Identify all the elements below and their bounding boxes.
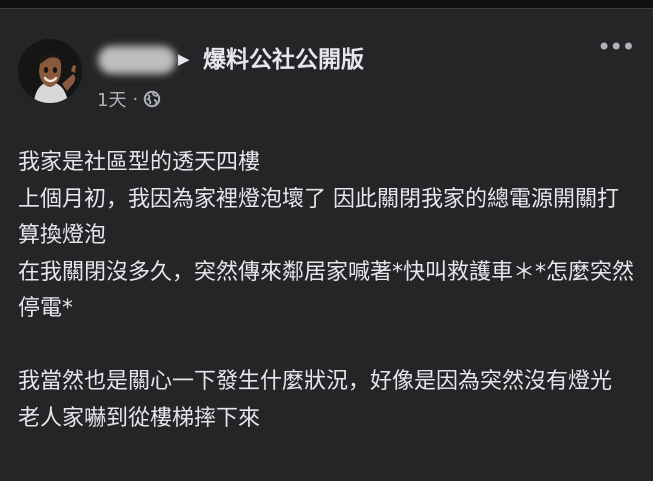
memoji-avatar-icon	[18, 39, 82, 103]
post-paragraph: 我家是社區型的透天四樓	[18, 150, 261, 175]
meta-separator: ·	[132, 88, 139, 110]
group-arrow-icon: ▶	[178, 50, 190, 68]
post-blank-line	[18, 328, 636, 365]
post-body: 我家是社區型的透天四樓 上個月初，我因為家裡燈泡壞了 因此關閉我家的總電源開關打…	[18, 145, 636, 437]
blurred-author-name[interactable]	[98, 46, 176, 74]
post-card: ▶ 爆料公社公開版 1天 · ••• 我家是社區型的透天四樓 上個月初，我因為家…	[0, 9, 653, 481]
post-paragraph: 上個月初，我因為家裡燈泡壞了 因此關閉我家的總電源開關打算換燈泡	[18, 186, 619, 249]
more-options-button[interactable]: •••	[597, 35, 635, 59]
post-paragraph: 我當然也是關心一下發生什麼狀況，好像是因為突然沒有燈光 老人家嚇到從樓梯摔下來	[18, 369, 613, 431]
group-name-link[interactable]: 爆料公社公開版	[203, 45, 364, 75]
avatar[interactable]	[18, 39, 82, 103]
globe-icon[interactable]	[143, 90, 161, 108]
post-time[interactable]: 1天	[97, 86, 126, 112]
post-meta: 1天 ·	[97, 87, 161, 111]
top-dark-bar	[0, 0, 653, 8]
post-paragraph: 在我關閉沒多久，突然傳來鄰居家喊著*快叫救護車＊*怎麼突然停電*	[18, 259, 635, 322]
